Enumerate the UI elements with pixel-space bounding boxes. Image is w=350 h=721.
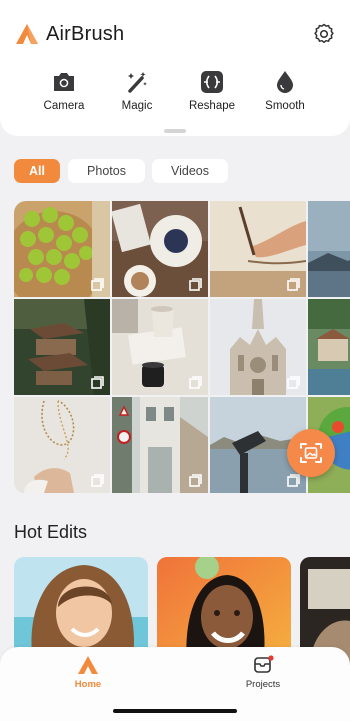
camera-tool-label: Camera — [43, 100, 85, 112]
droplet-icon — [277, 71, 293, 93]
reshape-icon — [201, 71, 223, 93]
gallery-item-street-building[interactable] — [112, 397, 208, 493]
multi-select-icon — [287, 278, 300, 291]
smooth-tool-label: Smooth — [265, 100, 305, 112]
notification-dot — [268, 655, 274, 661]
app-title: AirBrush — [46, 22, 125, 45]
multi-select-icon — [91, 376, 104, 389]
smooth-tool-button[interactable]: Smooth — [250, 70, 320, 112]
multi-select-icon — [91, 278, 104, 291]
gallery-item-painting-hand[interactable] — [210, 201, 306, 297]
gallery-item-coffee-cups[interactable] — [112, 299, 208, 395]
home-indicator — [113, 709, 237, 713]
tab-home[interactable]: Home — [48, 655, 128, 690]
magic-tool-button[interactable]: Magic — [102, 70, 172, 112]
reshape-tool-button[interactable]: Reshape — [177, 70, 247, 112]
reshape-tool-label: Reshape — [188, 100, 236, 112]
camera-icon — [54, 73, 74, 91]
tab-home-label: Home — [74, 679, 102, 690]
brand: AirBrush — [14, 22, 124, 46]
tab-projects-label: Projects — [245, 679, 281, 690]
gallery-item-coffee-blueberries[interactable] — [112, 201, 208, 297]
projects-box-icon — [254, 655, 274, 673]
gallery-item-cathedral[interactable] — [210, 299, 306, 395]
header-card: AirBrush Camera Magic Reshape Smooth — [0, 0, 350, 136]
filter-videos-chip[interactable]: Videos — [152, 159, 228, 183]
multi-select-icon — [287, 376, 300, 389]
multi-select-icon — [189, 278, 202, 291]
gallery-item-mountain-lake[interactable] — [308, 201, 350, 297]
gallery-item-necklace[interactable] — [14, 397, 110, 493]
gear-icon[interactable] — [312, 22, 336, 46]
gallery-item-limes[interactable] — [14, 201, 110, 297]
camera-tool-button[interactable]: Camera — [29, 70, 99, 112]
drag-handle[interactable] — [164, 129, 186, 133]
magic-tool-label: Magic — [121, 100, 153, 112]
gallery-item-treehouse[interactable] — [14, 299, 110, 395]
gallery-item-harbor[interactable] — [308, 299, 350, 395]
filter-photos-chip[interactable]: Photos — [68, 159, 145, 183]
image-scan-icon — [300, 443, 322, 463]
multi-select-icon — [189, 376, 202, 389]
airbrush-logo-icon — [16, 24, 38, 44]
scan-edit-fab[interactable] — [287, 429, 335, 477]
hot-edits-heading: Hot Edits — [14, 522, 88, 542]
tool-bar: Camera Magic Reshape Smooth — [0, 70, 350, 120]
multi-select-icon — [91, 474, 104, 487]
filter-all-chip[interactable]: All — [14, 159, 60, 183]
home-logo-icon — [78, 656, 98, 674]
tab-projects[interactable]: Projects — [223, 655, 303, 690]
magic-wand-icon — [128, 72, 147, 93]
multi-select-icon — [189, 474, 202, 487]
